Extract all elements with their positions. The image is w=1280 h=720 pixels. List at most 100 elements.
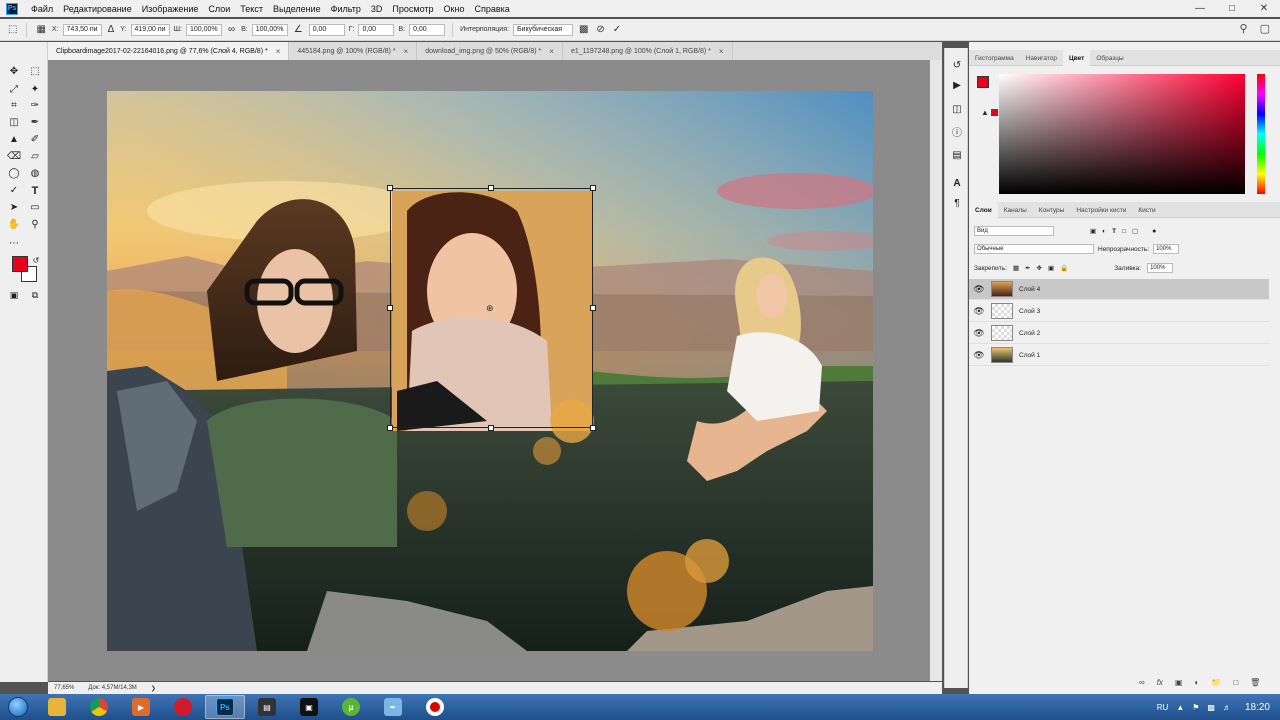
blur-tool-icon[interactable]: ◯ [6,166,22,181]
close-icon[interactable]: × [404,47,409,56]
magic-wand-tool-icon[interactable]: ✦ [27,82,43,97]
layer-row-1[interactable]: 👁 Слой 1 [969,345,1269,366]
maximize-icon[interactable]: □ [1216,0,1248,17]
close-icon[interactable]: × [276,47,281,56]
eye-icon[interactable]: 👁 [969,306,989,317]
gradient-tool-icon[interactable]: ▱ [27,149,43,164]
eye-icon[interactable]: 👁 [969,350,989,361]
zoom-tool-icon[interactable]: ⚲ [27,217,43,232]
status-arrow-icon[interactable]: ❯ [151,685,156,692]
tab-paths[interactable]: Контуры [1033,202,1071,218]
network-icon[interactable]: ▩ [1207,703,1215,712]
new-layer-icon[interactable]: □ [1233,678,1238,687]
blend-mode-select[interactable]: Обычные [974,244,1094,254]
taskbar-torrent[interactable]: μ [331,695,371,719]
brush-tool-icon[interactable]: ✒ [27,115,43,130]
hskew-field[interactable]: 0,00 [358,23,395,36]
layer-kind-filter[interactable]: Вид [974,226,1054,236]
eyedropper-tool-icon[interactable]: ✑ [27,98,43,113]
crop-tool-icon[interactable]: ⌗ [6,98,22,113]
y-position-field[interactable]: 419,00 пи [130,23,170,36]
tab-channels[interactable]: Каналы [998,202,1033,218]
menu-select[interactable]: Выделение [268,4,326,14]
libraries-icon[interactable]: ▤ [949,148,965,162]
taskbar-video-editor[interactable]: ▣ [289,695,329,719]
minimize-icon[interactable]: — [1184,0,1216,17]
stamp-tool-icon[interactable]: ▲ [6,132,22,147]
angle-field[interactable]: 0,00 [308,23,345,36]
menu-file[interactable]: Файл [26,4,58,14]
interpolation-select[interactable]: Бикубическая [512,23,573,36]
link-icon[interactable]: ∞ [226,24,237,35]
menu-3d[interactable]: 3D [366,4,388,14]
tab-445184[interactable]: 445184.png @ 100% (RGB/8) * × [289,42,418,60]
start-button[interactable] [0,694,36,720]
layer-row-3[interactable]: 👁 Слой 3 [969,301,1269,322]
cancel-transform-icon[interactable]: ⊘ [594,24,606,35]
hue-slider[interactable] [1257,74,1265,194]
height-field[interactable]: 100,00% [251,23,288,36]
layer-name[interactable]: Слой 2 [1019,330,1040,337]
tab-layers[interactable]: Слои [969,202,998,218]
history-brush-tool-icon[interactable]: ✐ [27,132,43,147]
lock-artboard-icon[interactable]: ▣ [1048,264,1054,272]
menu-layers[interactable]: Слои [203,4,235,14]
layer-name[interactable]: Слой 4 [1019,286,1040,293]
layer-row-2[interactable]: 👁 Слой 2 [969,323,1269,344]
lock-transparent-icon[interactable]: ▦ [1013,264,1019,272]
clock[interactable]: 18:20 [1245,702,1270,713]
fill-field[interactable]: 100% [1147,263,1174,273]
language-indicator[interactable]: RU [1157,703,1169,712]
flag-icon[interactable]: ⚑ [1192,703,1199,712]
rectangle-tool-icon[interactable]: ▭ [27,200,43,215]
taskbar-explorer[interactable] [37,695,77,719]
filter-shape-icon[interactable]: □ [1122,228,1126,235]
delete-layer-icon[interactable]: 🗑 [1250,678,1260,687]
character-icon[interactable]: A [949,176,965,190]
menu-filter[interactable]: Фильтр [326,4,366,14]
taskbar-chrome[interactable] [79,695,119,719]
tray-arrow-icon[interactable]: ▲ [1176,703,1184,712]
taskbar-media-player[interactable]: ▶ [121,695,161,719]
eye-icon[interactable]: 👁 [969,328,989,339]
lock-all-icon[interactable]: 🔒 [1060,264,1068,272]
hand-tool-icon[interactable]: ✋ [6,217,22,232]
lock-pixels-icon[interactable]: ✒ [1025,264,1030,272]
actions-play-icon[interactable]: ▶ [949,78,965,92]
type-tool-icon[interactable]: T [27,183,43,198]
vskew-field[interactable]: 0,00 [409,23,446,36]
tab-swatches[interactable]: Образцы [1090,50,1129,66]
transform-handle[interactable] [590,305,596,311]
width-field[interactable]: 100,00% [185,23,222,36]
tab-clipboardimage[interactable]: Clipboardimage2017-02-22164016.png @ 77,… [48,42,290,60]
layer-name[interactable]: Слой 3 [1019,308,1040,315]
opacity-field[interactable]: 100% [1153,244,1180,254]
x-position-field[interactable]: 743,50 пи [62,23,102,36]
tab-download-img[interactable]: download_img.png @ 50% (RGB/8) * × [417,42,563,60]
close-icon[interactable]: × [719,47,724,56]
document-artwork[interactable]: ⊕ [107,91,873,651]
marquee-tool-icon[interactable]: ⬚ [27,64,43,79]
eraser-tool-icon[interactable]: ⌫ [6,149,22,164]
taskbar-opera[interactable] [163,695,203,719]
filter-toggle-icon[interactable]: ● [1152,228,1156,235]
foreground-color-swatch[interactable] [977,76,989,88]
reference-point-icon[interactable]: ▦ [34,24,47,35]
lasso-tool-icon[interactable]: ⤢ [6,82,22,97]
paragraph-icon[interactable]: ¶ [949,196,965,210]
quick-mask-icon[interactable]: ▣ [6,288,22,303]
workspace-icon[interactable]: ▢ [1260,22,1270,35]
menu-type[interactable]: Текст [235,4,268,14]
menu-edit[interactable]: Редактирование [58,4,137,14]
warning-icon[interactable]: ▲ [981,108,989,117]
filter-image-icon[interactable]: ▣ [1090,227,1096,235]
canvas-area[interactable]: ⊕ [48,60,930,681]
link-layers-icon[interactable]: ∞ [1139,678,1145,687]
menu-view[interactable]: Просмотр [387,4,438,14]
taskbar-notes[interactable]: ✒ [373,695,413,719]
filter-smart-icon[interactable]: ▢ [1132,227,1138,235]
menu-help[interactable]: Справка [469,4,514,14]
filter-adjustment-icon[interactable]: ◐ [1102,228,1106,235]
taskbar-recorder[interactable] [415,695,455,719]
tab-brush-settings[interactable]: Настройки кисти [1070,202,1132,218]
